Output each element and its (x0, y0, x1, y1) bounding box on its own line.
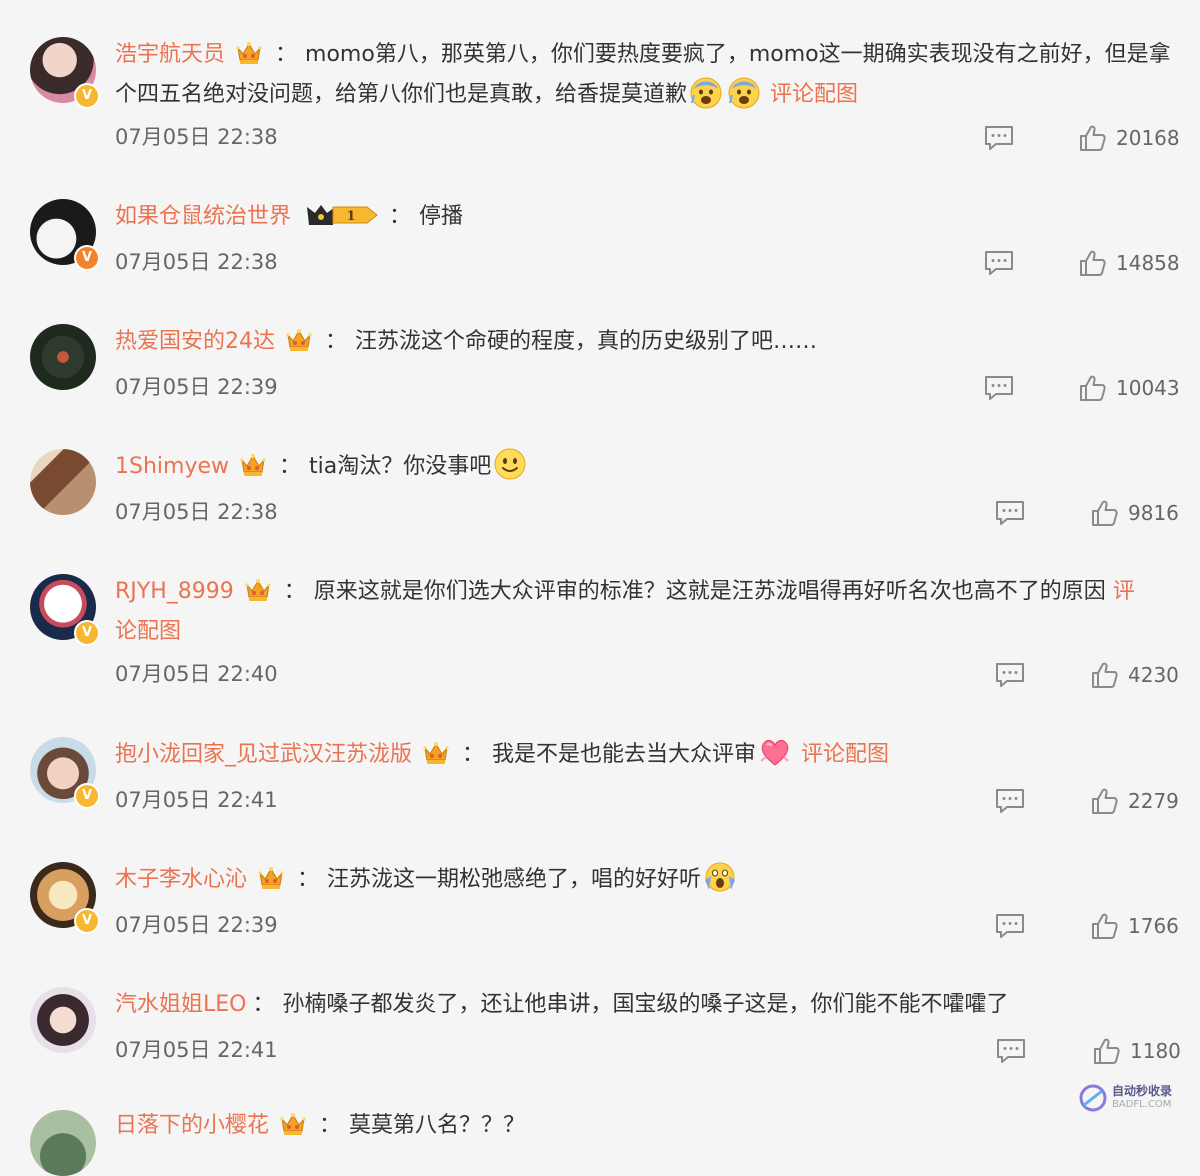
like-button[interactable]: 9816 (1090, 499, 1179, 527)
username[interactable]: 1Shimyew (115, 454, 229, 479)
avatar[interactable] (30, 449, 96, 515)
comment-text: 莫莫第八名？？？ (349, 1113, 526, 1138)
timestamp: 07月05日 22:40 (115, 662, 278, 686)
comment-text: 孙楠嗓子都发炎了，还让他串讲，国宝级的嗓子这是，你们能不能不嚯嚯了 (282, 992, 1009, 1017)
crown-badge-icon (244, 577, 272, 603)
reply-icon[interactable] (995, 500, 1025, 526)
verified-badge-icon: V (74, 908, 100, 934)
avatar[interactable] (30, 987, 96, 1053)
like-count: 2279 (1128, 789, 1179, 813)
thumbs-up-icon (1090, 661, 1118, 689)
like-count: 14858 (1116, 251, 1180, 275)
comment-image-link[interactable]: 评论配图 (801, 742, 889, 767)
thumbs-up-icon (1090, 912, 1118, 940)
reply-icon[interactable] (984, 375, 1014, 401)
reply-icon[interactable] (984, 250, 1014, 276)
svg-text:1: 1 (346, 209, 355, 224)
like-button[interactable]: 20168 (1078, 124, 1180, 152)
colon: ： (279, 454, 302, 479)
like-button[interactable]: 10043 (1078, 374, 1180, 402)
timestamp: 07月05日 22:41 (115, 788, 278, 812)
fearful-face-icon (689, 75, 723, 109)
reply-icon[interactable] (995, 662, 1025, 688)
timestamp: 07月05日 22:38 (115, 125, 278, 149)
like-count: 20168 (1116, 126, 1180, 150)
like-count: 9816 (1128, 501, 1179, 525)
crown-badge-icon (285, 327, 313, 353)
colon: ： (325, 329, 348, 354)
like-count: 1766 (1128, 914, 1179, 938)
colon: ： (389, 204, 412, 229)
crown-badge-icon (239, 452, 267, 478)
like-button[interactable]: 4230 (1090, 661, 1179, 689)
verified-badge-icon: V (74, 620, 100, 646)
like-count: 4230 (1128, 663, 1179, 687)
colon: ： (283, 579, 306, 604)
vip-level-badge-icon: 1 (307, 205, 378, 225)
smile-face-icon (493, 447, 527, 481)
username[interactable]: RJYH_8999 (115, 579, 234, 604)
comment-text: 停播 (419, 204, 464, 229)
like-count: 10043 (1116, 376, 1180, 400)
like-button[interactable]: 1180 (1092, 1037, 1181, 1065)
reply-icon[interactable] (996, 1038, 1026, 1064)
watermark: 自动秒收录 BADFL.COM (1078, 1080, 1188, 1116)
username[interactable]: 抱小泷回家_见过武汉汪苏泷版 (115, 742, 412, 767)
verified-badge-icon: V (74, 83, 100, 109)
thumbs-up-icon (1078, 374, 1106, 402)
timestamp: 07月05日 22:41 (115, 1038, 278, 1062)
fearful-face-icon (727, 75, 761, 109)
username[interactable]: 汽水姐姐LEO (115, 992, 246, 1017)
timestamp: 07月05日 22:38 (115, 500, 278, 524)
watermark-logo-icon (1079, 1084, 1107, 1112)
avatar[interactable] (30, 1110, 96, 1176)
thumbs-up-icon (1092, 1037, 1120, 1065)
thumbs-up-icon (1090, 499, 1118, 527)
comment-text: momo第八，那英第八，你们要热度要疯了，momo这一期确实表现没有之前好，但是… (115, 42, 1171, 107)
username[interactable]: 木子李水心沁 (115, 867, 247, 892)
comment-image-link[interactable]: 评论配图 (770, 82, 858, 107)
username[interactable]: 浩宇航天员 (115, 42, 225, 67)
timestamp: 07月05日 22:39 (115, 375, 278, 399)
username[interactable]: 日落下的小樱花 (115, 1113, 269, 1138)
crown-badge-icon (235, 40, 263, 66)
comment-text: 原来这就是你们选大众评审的标准？这就是汪苏泷唱得再好听名次也高不了的原因 (313, 579, 1106, 604)
crown-badge-icon (257, 865, 285, 891)
like-button[interactable]: 2279 (1090, 787, 1179, 815)
crown-badge-icon (279, 1111, 307, 1137)
colon: ： (319, 1113, 342, 1138)
watermark-text: 自动秒收录 (1112, 1084, 1173, 1098)
like-count: 1180 (1130, 1039, 1181, 1063)
watermark-url: BADFL.COM (1112, 1099, 1172, 1110)
screaming-face-icon (703, 860, 737, 894)
reply-icon[interactable] (995, 788, 1025, 814)
verified-badge-icon: V (74, 783, 100, 809)
crown-badge-icon (422, 740, 450, 766)
colon: ： (297, 867, 320, 892)
avatar[interactable] (30, 324, 96, 390)
colon: ： (462, 742, 485, 767)
colon: ： (275, 42, 298, 67)
username[interactable]: 热爱国安的24达 (115, 329, 275, 354)
thumbs-up-icon (1078, 249, 1106, 277)
thumbs-up-icon (1078, 124, 1106, 152)
like-button[interactable]: 14858 (1078, 249, 1180, 277)
verified-badge-icon: V (74, 245, 100, 271)
like-button[interactable]: 1766 (1090, 912, 1179, 940)
colon: ： (252, 992, 275, 1017)
comment-text: 汪苏泷这个命硬的程度，真的历史级别了吧…… (355, 329, 818, 354)
heart-icon (758, 735, 792, 769)
reply-icon[interactable] (995, 913, 1025, 939)
timestamp: 07月05日 22:38 (115, 250, 278, 274)
thumbs-up-icon (1090, 787, 1118, 815)
username[interactable]: 如果仓鼠统治世界 (115, 204, 291, 229)
comment-text: tia淘汰？你没事吧 (309, 454, 492, 479)
comment-text: 汪苏泷这一期松弛感绝了，唱的好好听 (327, 867, 702, 892)
comment-text: 我是不是也能去当大众评审 (492, 742, 757, 767)
timestamp: 07月05日 22:39 (115, 913, 278, 937)
reply-icon[interactable] (984, 125, 1014, 151)
